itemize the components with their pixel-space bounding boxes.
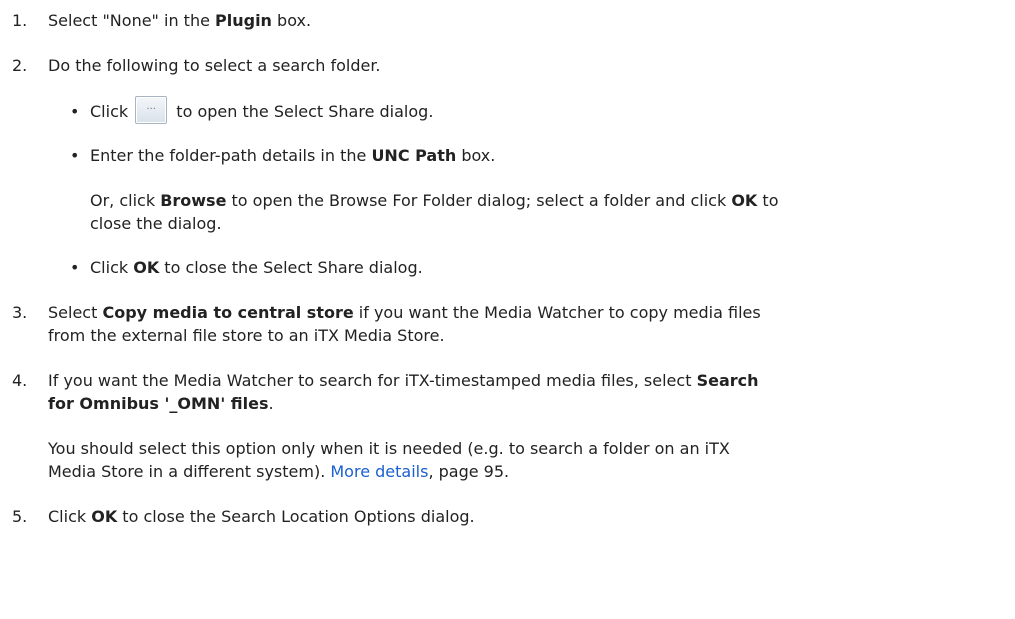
step-number: 1. [12, 11, 28, 30]
step-text: close the dialog. [90, 214, 222, 233]
step-number: 5. [12, 507, 28, 526]
bullet-icon: • [70, 146, 80, 165]
step-text: You should select this option only when … [48, 439, 730, 458]
step-text: if you want the Media Watcher to copy me… [353, 303, 761, 322]
ui-term-search: Search [696, 371, 759, 390]
step-4-note-line-1: You should select this option only when … [48, 438, 730, 460]
step-text: Click [90, 102, 134, 121]
step-text: to close the Select Share dialog. [159, 258, 423, 277]
bullet-icon: • [70, 102, 80, 121]
step-4-line-2: for Omnibus '_OMN' files. [48, 393, 274, 415]
ui-term-ok: OK [731, 191, 758, 210]
step-text: Select [48, 303, 103, 322]
step-text: box. [456, 146, 496, 165]
step-number: 3. [12, 303, 28, 322]
ui-term-plugin: Plugin [215, 11, 272, 30]
step-text: Do the following to select a search fold… [48, 56, 381, 75]
ui-term-copy-media: Copy media to central store [102, 303, 354, 322]
step-text: , page 95. [428, 462, 510, 481]
step-text: If you want the Media Watcher to search … [48, 371, 697, 390]
step-4-note-line-2: Media Store in a different system). More… [48, 461, 509, 483]
ui-term-omn-files: for Omnibus '_OMN' files [48, 394, 269, 413]
step-text: to open the Browse For Folder dialog; se… [226, 191, 732, 210]
or-paragraph-line-1: Or, click Browse to open the Browse For … [90, 190, 778, 212]
browse-ellipsis-button[interactable]: ... [135, 95, 168, 124]
step-text: Select "None" in the [48, 11, 216, 30]
step-3-line-2: from the external file store to an iTX M… [48, 325, 445, 347]
or-paragraph-line-2: close the dialog. [90, 213, 222, 235]
more-details-link[interactable]: More details [330, 462, 428, 481]
step-number: 4. [12, 371, 28, 390]
step-text: to close the Search Location Options dia… [117, 507, 475, 526]
step-text: to [757, 191, 779, 210]
step-text: Click [48, 507, 92, 526]
step-text: Enter the folder-path details in the [90, 146, 372, 165]
step-text: Media Store in a different system). [48, 462, 331, 481]
ui-term-ok: OK [91, 507, 118, 526]
step-text: Or, click [90, 191, 161, 210]
ui-term-ok: OK [133, 258, 160, 277]
ui-term-unc-path: UNC Path [371, 146, 457, 165]
bullet-icon: • [70, 258, 80, 277]
step-text: . [268, 394, 274, 413]
step-text: to open the Select Share dialog. [171, 102, 434, 121]
step-text: Click [90, 258, 134, 277]
step-text: from the external file store to an iTX M… [48, 326, 445, 345]
step-number: 2. [12, 56, 28, 75]
ui-term-browse: Browse [160, 191, 227, 210]
step-text: box. [271, 11, 312, 30]
